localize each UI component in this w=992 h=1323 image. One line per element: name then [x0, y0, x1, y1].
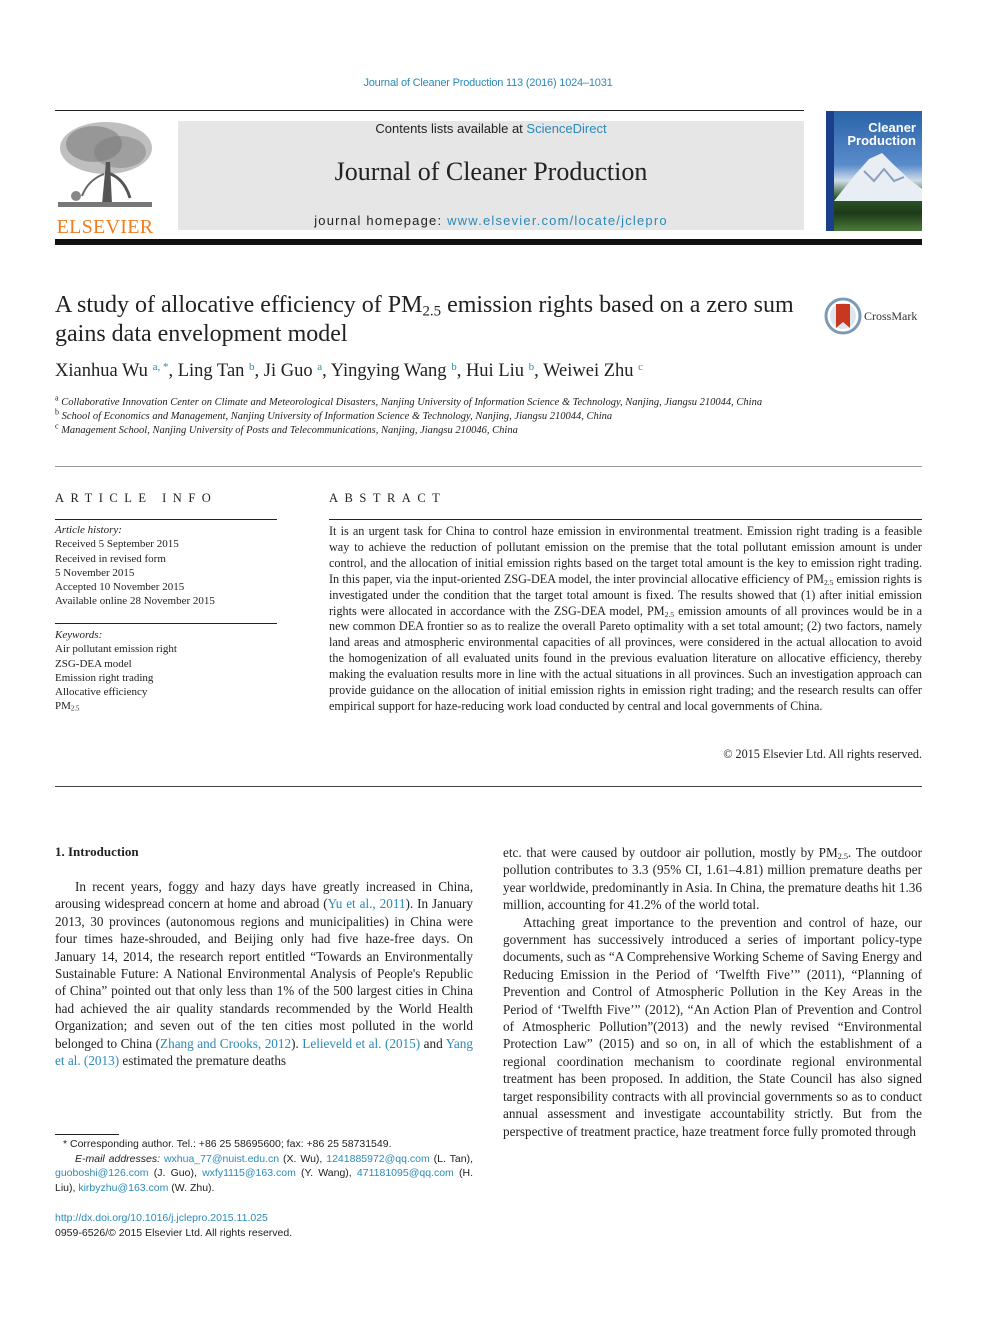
elsevier-logo[interactable]: ELSEVIER: [54, 118, 156, 237]
journal-banner: Contents lists available at ScienceDirec…: [178, 121, 804, 230]
abstract-text: It is an urgent task for China to contro…: [329, 524, 922, 713]
author-list: Xianhua Wu a, *, Ling Tan b, Ji Guo a, Y…: [55, 360, 644, 381]
history-item: Received 5 September 2015: [55, 538, 179, 551]
email-link[interactable]: wxhua_77@nuist.edu.cn: [164, 1153, 279, 1165]
article-history: Article history: Received 5 September 20…: [55, 523, 277, 609]
journal-name: Journal of Cleaner Production: [334, 157, 648, 186]
keywords-label: Keywords:: [55, 629, 103, 641]
keyword: PM2.5: [55, 700, 80, 714]
elsevier-wordmark: ELSEVIER: [56, 216, 154, 238]
paragraph: etc. that were caused by outdoor air pol…: [503, 845, 922, 913]
keywords: Keywords: Air pollutant emission right Z…: [55, 628, 277, 714]
abstract-heading: ABSTRACT: [329, 491, 447, 505]
email-link[interactable]: kirbyzhu@163.com: [78, 1182, 168, 1194]
journal-homepage-link[interactable]: www.elsevier.com/locate/jclepro: [447, 213, 668, 228]
keyword: ZSG-DEA model: [55, 657, 132, 670]
abstract-copyright: © 2015 Elsevier Ltd. All rights reserved…: [723, 747, 922, 761]
keyword: Emission right trading: [55, 671, 154, 684]
reference-link[interactable]: Lelieveld et al. (2015): [302, 1036, 420, 1051]
sciencedirect-link[interactable]: ScienceDirect: [526, 121, 606, 136]
footnotes: * Corresponding author. Tel.: +86 25 586…: [55, 1137, 473, 1195]
paragraph: Attaching great importance to the preven…: [503, 914, 922, 1139]
history-item: Available online 28 November 2015: [55, 595, 215, 608]
email-addresses: E-mail addresses: wxhua_77@nuist.edu.cn …: [55, 1152, 473, 1194]
history-label: Article history:: [55, 524, 122, 536]
article-info-heading: ARTICLE INFO: [55, 491, 218, 505]
history-item: 5 November 2015: [55, 566, 135, 579]
cover-title: Cleaner Production: [847, 121, 916, 147]
keyword: Allocative efficiency: [55, 686, 148, 699]
title-subscript: 2.5: [422, 303, 442, 320]
email-link[interactable]: guoboshi@126.com: [55, 1167, 149, 1179]
crossmark-label: CrossMark: [864, 308, 918, 323]
issn-copyright: 0959-6526/© 2015 Elsevier Ltd. All right…: [55, 1227, 293, 1239]
body-column-left: In recent years, foggy and hazy days hav…: [55, 879, 474, 1069]
affiliations: a Collaborative Innovation Center on Cli…: [55, 393, 805, 438]
contents-prefix: Contents lists available at: [375, 121, 527, 136]
title-part1: A study of allocative efficiency of PM: [55, 292, 423, 318]
journal-citation-link[interactable]: Journal of Cleaner Production 113 (2016)…: [0, 77, 976, 89]
email-link[interactable]: 1241885972@qq.com: [326, 1153, 430, 1165]
section-heading-introduction: 1. Introduction: [55, 844, 139, 859]
affiliation: c Management School, Nanjing University …: [55, 421, 518, 436]
author[interactable]: Hui Liu b: [466, 361, 534, 381]
homepage-prefix: journal homepage:: [314, 213, 448, 228]
body-column-right: etc. that were caused by outdoor air pol…: [503, 844, 922, 1140]
article-info-rule: [55, 519, 277, 520]
author[interactable]: Xianhua Wu a, *: [55, 361, 168, 381]
elsevier-tree-icon: [54, 118, 156, 210]
author[interactable]: Ling Tan b: [178, 361, 255, 381]
email-link[interactable]: wxfy1115@163.com: [202, 1167, 296, 1179]
mountain-icon: [834, 153, 922, 201]
cover-title-line2: Production: [847, 133, 916, 148]
history-item: Accepted 10 November 2015: [55, 581, 185, 594]
history-item: Received in revised form: [55, 552, 166, 565]
doi-block: http://dx.doi.org/10.1016/j.jclepro.2015…: [55, 1211, 473, 1241]
abstract-rule: [329, 519, 922, 520]
affiliations-rule: [55, 466, 922, 467]
affiliation: b School of Economics and Management, Na…: [55, 407, 613, 422]
doi-link[interactable]: http://dx.doi.org/10.1016/j.jclepro.2015…: [55, 1212, 268, 1224]
affiliation: a Collaborative Innovation Center on Cli…: [55, 393, 763, 408]
keywords-rule: [55, 623, 277, 624]
author[interactable]: Ji Guo a: [264, 361, 322, 381]
email-link[interactable]: 471181095@qq.com: [357, 1167, 454, 1179]
header-thick-rule: [55, 239, 922, 245]
article-title: A study of allocative efficiency of PM2.…: [55, 291, 795, 349]
contents-line: Contents lists available at ScienceDirec…: [178, 121, 804, 136]
author[interactable]: Weiwei Zhu c: [543, 361, 643, 381]
footnote-rule: [55, 1134, 119, 1135]
crossmark-button[interactable]: CrossMark: [824, 296, 924, 336]
journal-cover-image[interactable]: Cleaner Production: [826, 111, 922, 231]
abstract-bottom-rule: [55, 786, 922, 787]
keyword: Air pollutant emission right: [55, 643, 177, 656]
corresponding-author-note: * Corresponding author. Tel.: +86 25 586…: [63, 1138, 392, 1150]
author[interactable]: Yingying Wang b: [331, 361, 457, 381]
header-rule: [55, 110, 804, 111]
homepage-line: journal homepage: www.elsevier.com/locat…: [178, 213, 804, 228]
crossmark-icon: [824, 297, 862, 335]
reference-link[interactable]: Yu et al., 2011: [328, 896, 406, 911]
cover-stripe: [826, 111, 834, 231]
reference-link[interactable]: Zhang and Crooks, 2012: [160, 1036, 291, 1051]
